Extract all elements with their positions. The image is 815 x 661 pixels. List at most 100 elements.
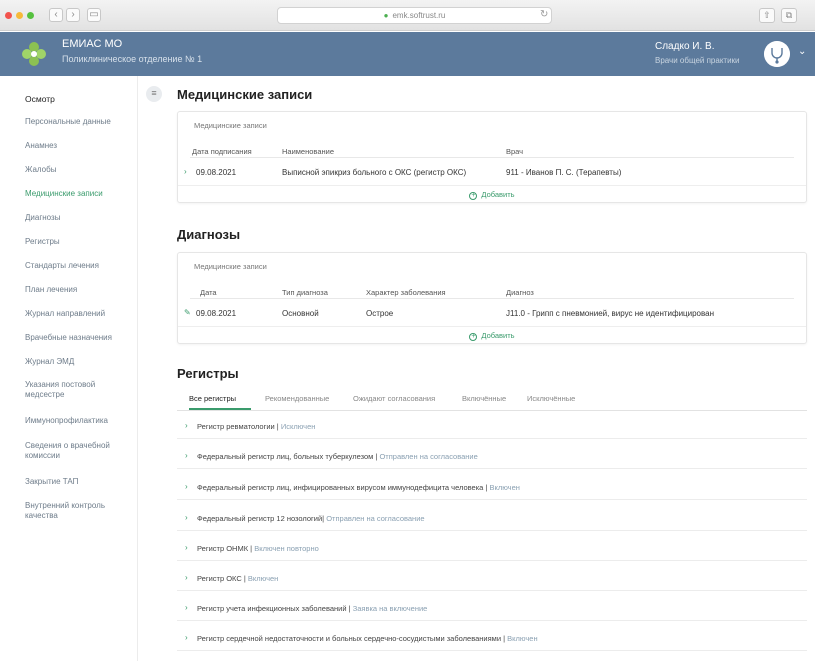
sidebar-item-prescriptions[interactable]: Врачебные назначения (25, 333, 133, 343)
edit-pencil-icon[interactable]: ✎ (184, 308, 191, 317)
minimize-window-button[interactable] (16, 12, 23, 19)
register-name: Федеральный регистр лиц, инфицированных … (197, 483, 484, 492)
column-header-name[interactable]: Наименование (282, 147, 334, 156)
register-row[interactable]: › Регистр ОКС | Включен (177, 567, 807, 591)
forward-button[interactable]: › (66, 8, 80, 22)
expand-chevron-icon[interactable]: › (185, 573, 188, 582)
sidebar-item-medical-records[interactable]: Медицинские записи (25, 189, 133, 199)
register-status: Заявка на включение (352, 604, 428, 613)
app-header: ЕМИАС МО Поликлиническое отделение № 1 С… (0, 32, 815, 76)
column-header-doctor[interactable]: Врач (506, 147, 523, 156)
back-button[interactable]: ‹ (49, 8, 63, 22)
stethoscope-avatar-icon[interactable] (764, 41, 790, 67)
register-name: Федеральный регистр лиц, больных туберку… (197, 452, 374, 461)
card-title: Медицинские записи (194, 262, 267, 271)
department-subtitle: Поликлиническое отделение № 1 (62, 54, 203, 64)
column-header-diagnosis[interactable]: Диагноз (506, 288, 534, 297)
register-name: Федеральный регистр 12 нозологий (197, 514, 323, 523)
tab-included[interactable]: Включённые (462, 394, 506, 403)
register-name: Регистр учета инфекционных заболеваний (197, 604, 347, 613)
record-date: 09.08.2021 (196, 168, 237, 177)
register-status: Отправлен на согласование (379, 452, 478, 461)
register-status: Включен (489, 483, 520, 492)
diagnosis-type: Основной (282, 309, 319, 318)
diagnosis-date: 09.08.2021 (196, 309, 237, 318)
sidebar-item-personal-data[interactable]: Персональные данные (25, 117, 133, 127)
register-row[interactable]: › Федеральный регистр лиц, больных тубер… (177, 445, 807, 469)
sidebar-item-close-tap[interactable]: Закрытие ТАП (25, 477, 133, 487)
sidebar-item-referrals-log[interactable]: Журнал направлений (25, 309, 133, 319)
add-label: Добавить (481, 331, 515, 340)
sidebar-item-medical-commission[interactable]: Сведения о врачебной комиссии (25, 441, 133, 461)
sidebar-item-emd-log[interactable]: Журнал ЭМД (25, 357, 133, 367)
register-status: Включен (247, 574, 279, 583)
expand-chevron-icon[interactable]: › (185, 482, 188, 491)
diagnoses-card: Медицинские записи Дата Тип диагноза Хар… (177, 252, 807, 344)
divider (178, 185, 806, 186)
tab-all-registers[interactable]: Все регистры (189, 394, 236, 403)
sidebar-item-registers[interactable]: Регистры (25, 237, 133, 247)
column-header-date[interactable]: Дата (200, 288, 217, 297)
add-diagnosis-button[interactable]: + Добавить (178, 331, 806, 341)
tab-excluded[interactable]: Исключённые (527, 394, 575, 403)
sidebar-item-quality-control[interactable]: Внутренний контроль качества (25, 501, 133, 521)
column-header-diagnosis-type[interactable]: Тип диагноза (282, 288, 328, 297)
column-header-disease-character[interactable]: Характер заболевания (366, 288, 446, 297)
card-title: Медицинские записи (194, 121, 267, 130)
disease-character: Острое (366, 309, 394, 318)
add-label: Добавить (481, 190, 515, 199)
tab-recommended[interactable]: Рекомендованные (265, 394, 329, 403)
expand-chevron-icon[interactable]: › (185, 421, 188, 430)
register-status: Отправлен на согласование (326, 514, 425, 523)
menu-toggle-icon[interactable]: ≡ (146, 86, 162, 102)
header-divider (190, 157, 794, 158)
sidebar-toggle-icon[interactable]: ▭ (87, 8, 101, 22)
header-divider (190, 298, 794, 299)
maximize-window-button[interactable] (27, 12, 34, 19)
expand-chevron-icon[interactable]: › (185, 543, 188, 552)
user-name[interactable]: Сладко И. В. (655, 41, 714, 52)
sidebar-item-complaints[interactable]: Жалобы (25, 165, 133, 175)
register-name: Регистр ОКС (197, 574, 242, 583)
register-name: Регистр ОНМК (197, 544, 249, 553)
user-role: Врачи общей практики (655, 56, 740, 65)
browser-toolbar: ‹ › ▭ ● emk.softrust.ru ↻ ⇧ ⧉ (0, 0, 815, 31)
close-window-button[interactable] (5, 12, 12, 19)
tabs-icon[interactable]: ⧉ (781, 8, 797, 23)
brand-title: ЕМИАС МО (62, 38, 123, 50)
reload-icon[interactable]: ↻ (540, 9, 548, 20)
expand-chevron-icon[interactable]: › (185, 451, 188, 460)
sidebar-item-anamnesis[interactable]: Анамнез (25, 141, 133, 151)
address-bar[interactable]: ● emk.softrust.ru (277, 7, 552, 24)
register-row[interactable]: › Регистр ревматологии | Исключен (177, 415, 807, 439)
column-header-sign-date[interactable]: Дата подписания (192, 147, 252, 156)
medical-records-card: Медицинские записи Дата подписания Наиме… (177, 111, 807, 203)
expand-chevron-icon[interactable]: › (185, 513, 188, 522)
record-doctor: 911 - Иванов П. С. (Терапевты) (506, 168, 622, 177)
user-menu-chevron-icon[interactable]: ⌄ (798, 46, 806, 57)
register-row[interactable]: › Регистр учета инфекционных заболеваний… (177, 597, 807, 621)
add-medical-record-button[interactable]: + Добавить (178, 190, 806, 200)
emias-logo-icon (22, 42, 46, 66)
expand-chevron-icon[interactable]: › (185, 603, 188, 612)
register-row[interactable]: › Федеральный регистр 12 нозологий| Отпр… (177, 507, 807, 531)
expand-chevron-icon[interactable]: › (185, 633, 188, 642)
sidebar-item-diagnoses[interactable]: Диагнозы (25, 213, 133, 223)
sidebar-item-treatment-plan[interactable]: План лечения (25, 285, 133, 295)
sidebar-item-osmotr[interactable]: Осмотр (25, 94, 133, 104)
sidebar-item-immunization[interactable]: Иммунопрофилактика (25, 416, 133, 426)
lock-icon: ● (383, 11, 389, 20)
sidebar-item-treatment-standards[interactable]: Стандарты лечения (25, 261, 133, 271)
medical-records-title: Медицинские записи (177, 87, 313, 102)
url-text: emk.softrust.ru (392, 11, 446, 20)
registers-title: Регистры (177, 366, 239, 381)
expand-chevron-icon[interactable]: › (184, 167, 187, 176)
tab-awaiting-approval[interactable]: Ожидают согласования (353, 394, 435, 403)
sidebar-item-nurse-instructions[interactable]: Указания постовой медсестре (25, 380, 133, 400)
plus-circle-icon: + (469, 192, 478, 200)
register-row[interactable]: › Регистр сердечной недостаточности и бо… (177, 627, 807, 651)
share-icon[interactable]: ⇧ (759, 8, 775, 23)
register-row[interactable]: › Федеральный регистр лиц, инфицированны… (177, 476, 807, 500)
diagnoses-title: Диагнозы (177, 227, 241, 242)
register-row[interactable]: › Регистр ОНМК | Включен повторно (177, 537, 807, 561)
